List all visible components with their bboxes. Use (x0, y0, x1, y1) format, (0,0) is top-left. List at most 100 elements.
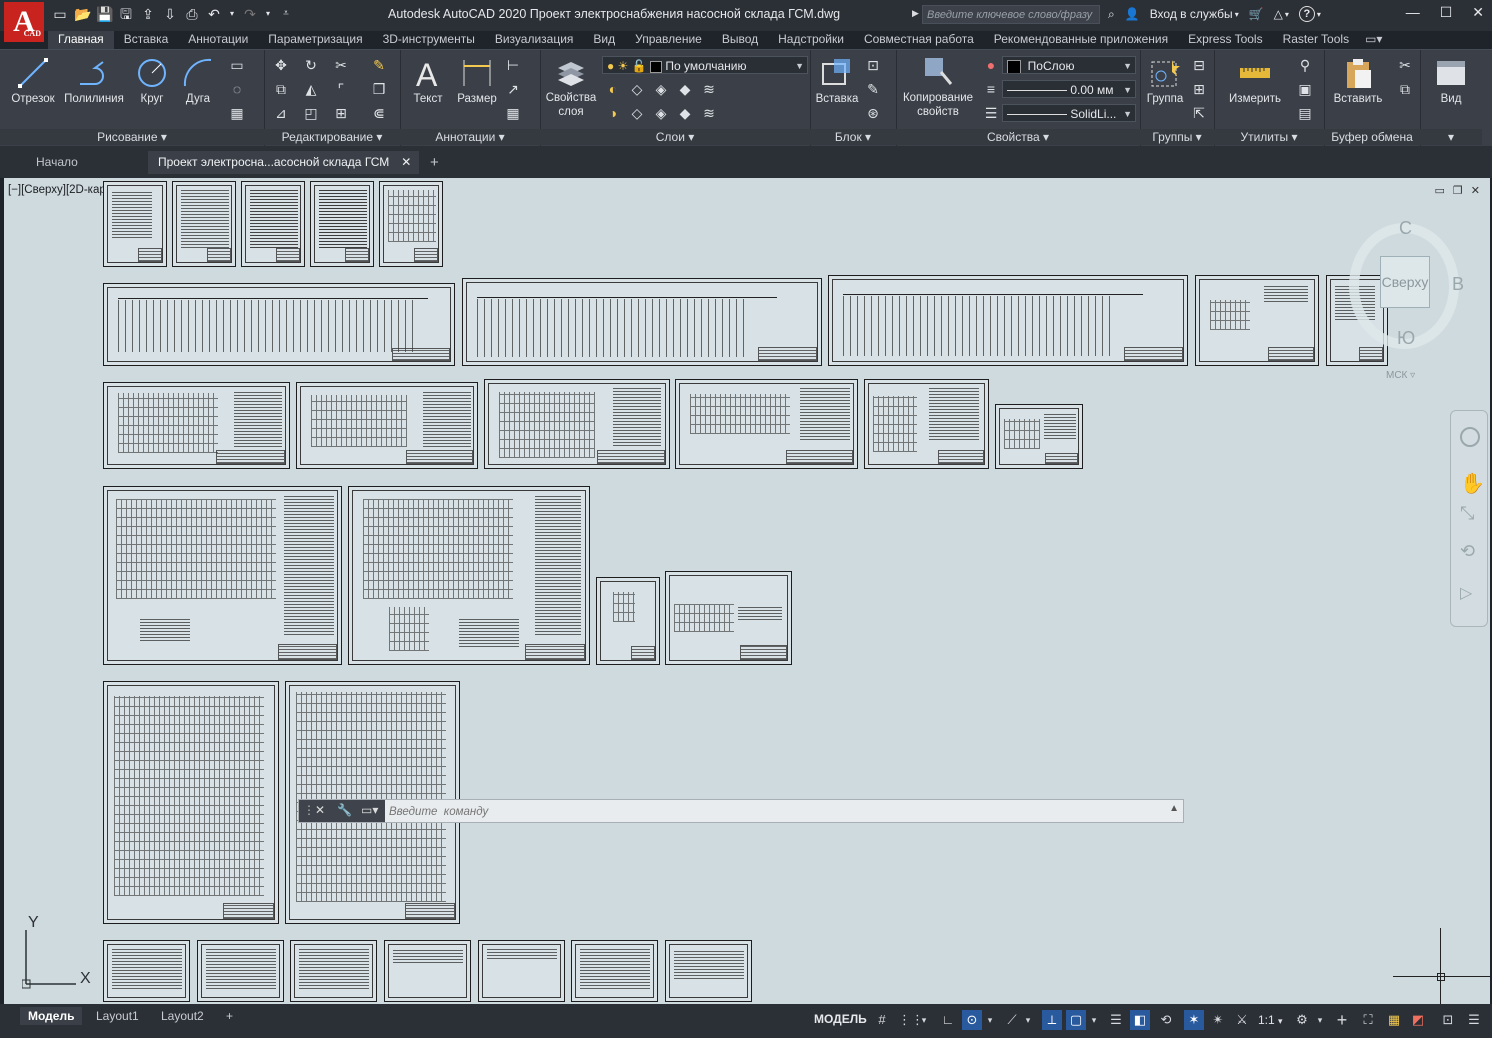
lineweight-icon[interactable]: ≡ (982, 80, 1000, 98)
line-tool[interactable]: Отрезок (6, 56, 60, 105)
redo-icon[interactable]: ↷ (242, 6, 258, 22)
cart-icon[interactable]: 🛒 (1249, 7, 1264, 21)
leader-icon[interactable]: ↗ (504, 80, 522, 98)
rotate-icon[interactable]: ↻ (302, 56, 320, 74)
tab-output[interactable]: Вывод (712, 31, 768, 49)
tab-express-tools[interactable]: Express Tools (1178, 31, 1272, 49)
view-tool[interactable]: Вид (1426, 56, 1476, 105)
tab-parametric[interactable]: Параметризация (258, 31, 372, 49)
customize-status-icon[interactable]: ☰ (1464, 1010, 1484, 1030)
create-block-icon[interactable]: ⊡ (864, 56, 882, 74)
user-icon[interactable]: 👤 (1125, 7, 1140, 21)
snap-dropdown-icon[interactable]: ▾ (918, 1010, 930, 1030)
lineweight-dropdown[interactable]: 0.00 мм ▼ (1002, 80, 1136, 98)
move-icon[interactable]: ✥ (272, 56, 290, 74)
start-tab[interactable]: Начало (26, 151, 88, 174)
calculator-icon[interactable]: ▤ (1296, 104, 1314, 122)
polyline-tool[interactable]: Полилиния (60, 56, 128, 105)
compass-south[interactable]: Ю (1397, 328, 1415, 349)
panel-title-clipboard[interactable]: Буфер обмена (1324, 129, 1420, 145)
workspace-dropdown-icon[interactable]: ▾ (1314, 1010, 1326, 1030)
gradient-icon[interactable]: ▦ (228, 104, 246, 122)
add-icon[interactable]: + (1332, 1010, 1352, 1030)
layer-match-icon[interactable]: ≋ (700, 80, 718, 98)
iso-dropdown-icon[interactable]: ▾ (1022, 1010, 1034, 1030)
trim-icon[interactable]: ✂ (332, 56, 350, 74)
grip-icon[interactable]: ⋮ (303, 803, 315, 817)
tab-addins[interactable]: Надстройки (768, 31, 854, 49)
arc-tool[interactable]: Дуга (178, 56, 218, 105)
save-icon[interactable]: 💾 (96, 6, 113, 22)
tab-insert[interactable]: Вставка (114, 31, 179, 49)
file-tab[interactable]: Проект электросна...асосной склада ГСМ ✕ (148, 151, 420, 174)
ucs-menu[interactable]: МСК ▿ (1386, 370, 1415, 381)
tab-manage[interactable]: Управление (625, 31, 712, 49)
polar-icon[interactable]: ⊙ (962, 1010, 982, 1030)
paste-tool[interactable]: Вставить (1328, 56, 1388, 105)
panel-title-view[interactable]: ▾ (1420, 129, 1482, 145)
add-layout-icon[interactable]: + (218, 1007, 241, 1025)
compass-east[interactable]: В (1452, 274, 1464, 295)
object-tracking-icon[interactable]: ⟂ (1042, 1010, 1062, 1030)
panel-title-layers[interactable]: Слои ▾ (540, 129, 810, 145)
viewport-minimize-icon[interactable]: ▭ (1435, 184, 1445, 197)
linetype-dropdown[interactable]: SolidLi... ▼ (1002, 104, 1136, 122)
layer-thaw-icon[interactable]: ◈ (652, 104, 670, 122)
selection-cycling-icon[interactable]: ⟲ (1156, 1010, 1176, 1030)
steering-wheel-icon[interactable] (1460, 427, 1480, 447)
tab-view[interactable]: Вид (583, 31, 625, 49)
layer-unisolate-icon[interactable]: ◇ (628, 104, 646, 122)
search-input[interactable]: Введите ключевое слово/фразу (922, 5, 1100, 24)
tab-3d-tools[interactable]: 3D-инструменты (373, 31, 485, 49)
explode-icon[interactable]: ❒ (370, 80, 388, 98)
hatch-icon[interactable]: ◌ (228, 80, 246, 98)
isodraft-icon[interactable]: ⟋ (1002, 1010, 1022, 1030)
group-tool[interactable]: Группа (1142, 56, 1188, 105)
viewport-close-icon[interactable]: ✕ (1471, 184, 1480, 197)
edit-block-icon[interactable]: ✎ (864, 80, 882, 98)
copy-icon[interactable]: ⧉ (272, 80, 290, 98)
model-viewport[interactable]: [−][Сверху][2D-каркас] ▭ ❐ ✕ С В Ю Сверх… (4, 178, 1490, 1004)
tab-featured-apps[interactable]: Рекомендованные приложения (984, 31, 1178, 49)
layout2-tab[interactable]: Layout2 (153, 1007, 212, 1025)
autocad-logo[interactable]: A CAD (4, 2, 44, 42)
copy-clip-icon[interactable]: ⧉ (1396, 80, 1414, 98)
panel-title-draw[interactable]: Рисование ▾ (0, 129, 264, 145)
undo-icon[interactable]: ↶ (206, 6, 222, 22)
orbit-icon[interactable]: ⟲ (1460, 541, 1475, 562)
pan-icon[interactable]: ✋ (1460, 471, 1485, 496)
ungroup-icon[interactable]: ⊟ (1190, 56, 1208, 74)
scale-icon[interactable]: ◰ (302, 104, 320, 122)
zoom-extents-icon[interactable]: ⤡ (1460, 503, 1474, 524)
viewport-restore-icon[interactable]: ❐ (1453, 184, 1463, 197)
match-properties-tool[interactable]: Копирование свойств (898, 54, 978, 119)
rectangle-icon[interactable]: ▭ (228, 56, 246, 74)
a360-icon[interactable]: △ (1274, 7, 1283, 21)
offset-icon[interactable]: ⋐ (370, 104, 388, 122)
ortho-icon[interactable]: ∟ (938, 1010, 958, 1030)
command-input[interactable] (387, 801, 1171, 823)
workspace-gear-icon[interactable]: ⚙ (1292, 1010, 1312, 1030)
attribute-icon[interactable]: ⊛ (864, 104, 882, 122)
grid-icon[interactable]: # (872, 1010, 892, 1030)
binoculars-icon[interactable]: ⌕ (1108, 7, 1115, 22)
panel-title-block[interactable]: Блок ▾ (810, 129, 896, 145)
tab-home[interactable]: Главная (48, 31, 114, 49)
erase-icon[interactable]: ✎ (370, 56, 388, 74)
close-tab-icon[interactable]: ✕ (401, 151, 411, 174)
dimension-tool[interactable]: Размер (452, 56, 502, 105)
quick-select-icon[interactable]: ⚲ (1296, 56, 1314, 74)
customize-qat-icon[interactable]: ⩡ (278, 6, 294, 22)
save-as-icon[interactable]: 🖫 (118, 6, 134, 22)
lineweight-toggle-icon[interactable]: ☰ (1106, 1010, 1126, 1030)
view-cube-top-face[interactable]: Сверху (1380, 256, 1430, 308)
layer-dropdown[interactable]: ● ☀ 🔓 По умолчанию ▼ (602, 56, 808, 74)
panel-title-utilities[interactable]: Утилиты ▾ (1214, 129, 1324, 145)
layer-freeze-icon[interactable]: ◈ (652, 80, 670, 98)
measure-tool[interactable]: Измерить (1218, 56, 1292, 105)
model-layout-tab[interactable]: Модель (20, 1007, 83, 1025)
maximize-icon[interactable]: ☐ (1440, 4, 1453, 21)
text-tool[interactable]: A Текст (406, 56, 450, 105)
new-icon[interactable]: ▭ (52, 6, 68, 22)
panel-title-modify[interactable]: Редактирование ▾ (264, 129, 400, 145)
